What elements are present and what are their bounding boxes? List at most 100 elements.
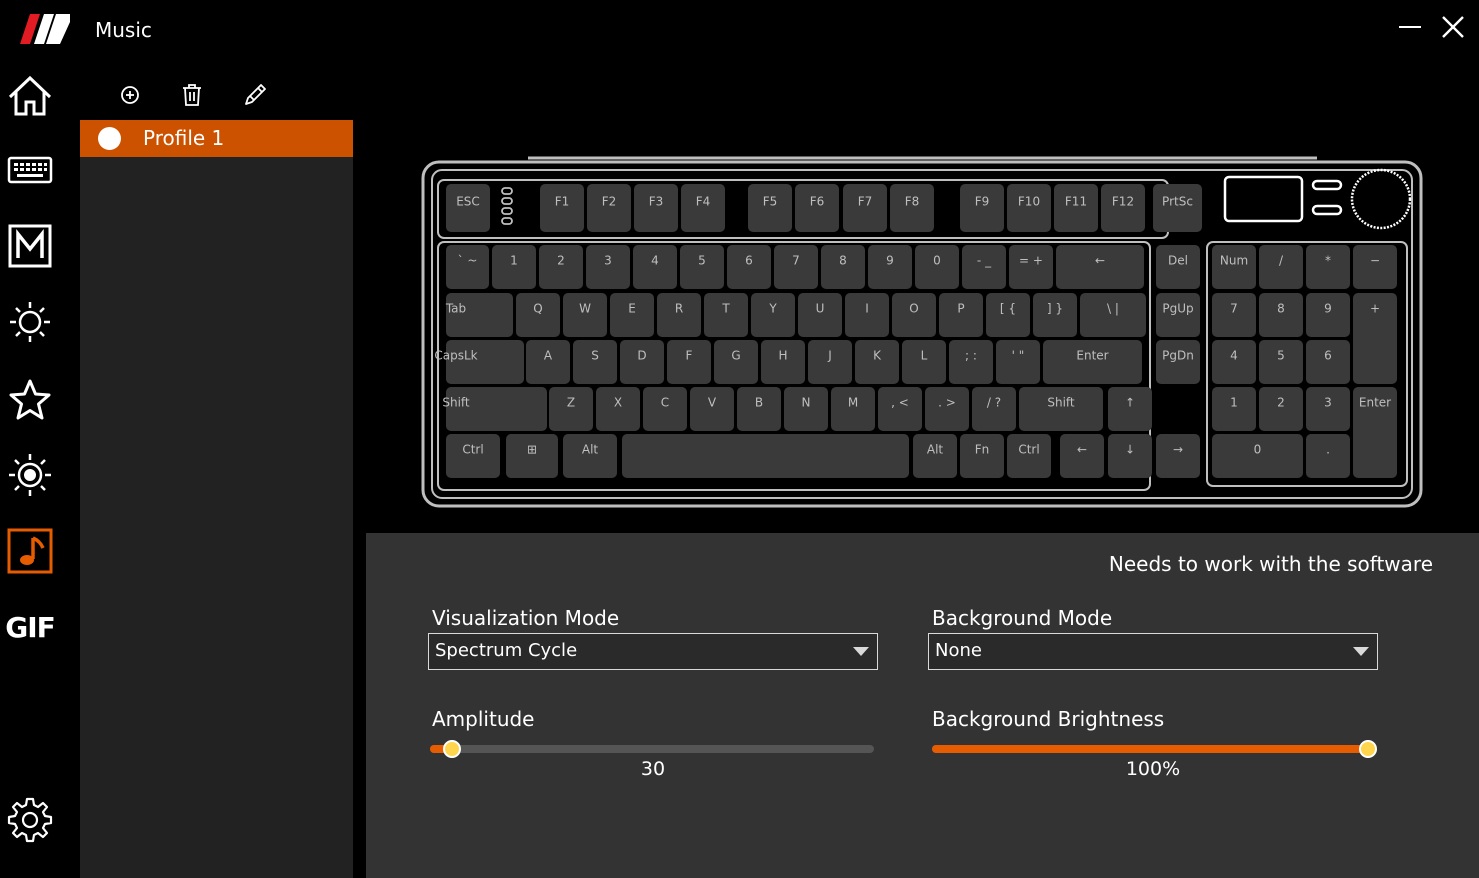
background-mode-select[interactable]: None (928, 633, 1378, 670)
amplitude-slider[interactable] (430, 739, 874, 759)
key-label: F4 (696, 195, 711, 209)
add-icon (121, 86, 139, 104)
nav-keyboard[interactable] (0, 140, 60, 200)
edit-icon (245, 84, 266, 105)
key-label: , < (891, 396, 909, 410)
key-label: [ { (1000, 302, 1016, 316)
key-label: ↑ (1125, 396, 1135, 410)
home-icon (8, 75, 52, 116)
key-label: 5 (698, 254, 706, 268)
software-hint: Needs to work with the software (1108, 552, 1433, 576)
key-label: R (675, 302, 683, 316)
key-label: PgDn (1162, 349, 1194, 363)
key-label: 4 (1230, 349, 1238, 363)
key-label: ; : (965, 349, 977, 363)
key-label: PgUp (1162, 302, 1193, 316)
key-label: I (865, 302, 869, 316)
key-label: H (778, 349, 787, 363)
background-brightness-slider[interactable] (932, 739, 1377, 759)
key-label: S (591, 349, 599, 363)
key-label: V (708, 396, 717, 410)
nav-brightness[interactable] (0, 445, 60, 505)
key-label: → (1173, 443, 1183, 457)
key-label: 9 (1324, 302, 1332, 316)
background-mode-label: Background Mode (932, 606, 1113, 630)
key-label: F5 (763, 195, 778, 209)
key-label: / ? (987, 396, 1001, 410)
key-label: 1 (1230, 396, 1238, 410)
star-icon (9, 379, 51, 420)
key-label: F12 (1112, 195, 1134, 209)
volume-knob (1350, 168, 1412, 230)
chevron-down-icon (1353, 647, 1369, 656)
add-profile-button[interactable] (116, 81, 144, 109)
key-label: 0 (933, 254, 941, 268)
key-label: F10 (1018, 195, 1040, 209)
key-label: Shift (442, 396, 470, 410)
key-label: 3 (604, 254, 612, 268)
key-label: 3 (1324, 396, 1332, 410)
key-label: F8 (905, 195, 920, 209)
key-label: Z (567, 396, 575, 410)
lighting-icon (10, 302, 50, 342)
brightness-value: 100% (1125, 758, 1181, 780)
gif-icon: GIF (5, 610, 56, 644)
visualization-mode-select[interactable]: Spectrum Cycle (428, 633, 878, 670)
profile-item[interactable]: Profile 1 (80, 120, 353, 157)
nav-lighting[interactable] (0, 292, 60, 352)
minimize-button[interactable] (1396, 14, 1424, 42)
close-button[interactable] (1438, 12, 1468, 42)
brightness-slider-thumb[interactable] (1359, 740, 1377, 758)
key-label: D (637, 349, 646, 363)
key-label: Alt (927, 443, 944, 457)
key (622, 434, 909, 478)
nav-macro[interactable] (0, 216, 60, 276)
lcd-button-bottom (1311, 204, 1343, 216)
nav-home[interactable] (0, 66, 60, 126)
nav-music[interactable] (0, 521, 60, 581)
key-label: O (909, 302, 918, 316)
background-mode-value: None (935, 640, 982, 661)
amplitude-value: 30 (640, 758, 666, 780)
keys: ESC F1 F2 F3 F4 F5 F6 F7 F8 F9 F10 F11 F12 PrtSc` ~1 2… (434, 184, 1397, 478)
key-label: ← (1077, 443, 1087, 457)
key-label: = + (1019, 254, 1043, 268)
brightness-icon (9, 454, 51, 496)
nav-favorites[interactable] (0, 370, 60, 430)
key-label: 5 (1277, 349, 1285, 363)
key-label: Fn (975, 443, 990, 457)
key-label: Tab (445, 302, 466, 316)
amplitude-slider-thumb[interactable] (443, 740, 462, 758)
key-label: ' " (1012, 349, 1025, 363)
nav-settings[interactable] (0, 790, 60, 850)
key-label: Enter (1359, 396, 1391, 410)
lcd-button-top (1311, 179, 1343, 191)
key-label: * (1325, 254, 1331, 268)
music-icon (7, 528, 53, 574)
key-label: F1 (555, 195, 570, 209)
key-label: J (827, 349, 832, 363)
key-label: 7 (1230, 302, 1238, 316)
key-label: F6 (810, 195, 825, 209)
key-label: U (816, 302, 825, 316)
delete-profile-button[interactable] (178, 81, 206, 109)
visualization-mode-label: Visualization Mode (432, 606, 620, 630)
key-label: F (686, 349, 693, 363)
visualization-mode-value: Spectrum Cycle (435, 640, 578, 661)
key-label: 6 (1324, 349, 1332, 363)
key-label: − (1370, 254, 1380, 268)
profile-label: Profile 1 (143, 126, 225, 150)
nav-gif[interactable]: GIF (0, 597, 60, 657)
key-label: 7 (792, 254, 800, 268)
key-label: W (579, 302, 591, 316)
key-label: Del (1168, 254, 1188, 268)
edit-profile-button[interactable] (241, 81, 269, 109)
key-label: ] } (1047, 302, 1063, 316)
key-label: 2 (1277, 396, 1285, 410)
key-label: Q (533, 302, 542, 316)
key-label: N (802, 396, 811, 410)
key-label: A (544, 349, 553, 363)
macro-icon (8, 224, 52, 268)
key-label: L (921, 349, 928, 363)
key-label: G (731, 349, 740, 363)
